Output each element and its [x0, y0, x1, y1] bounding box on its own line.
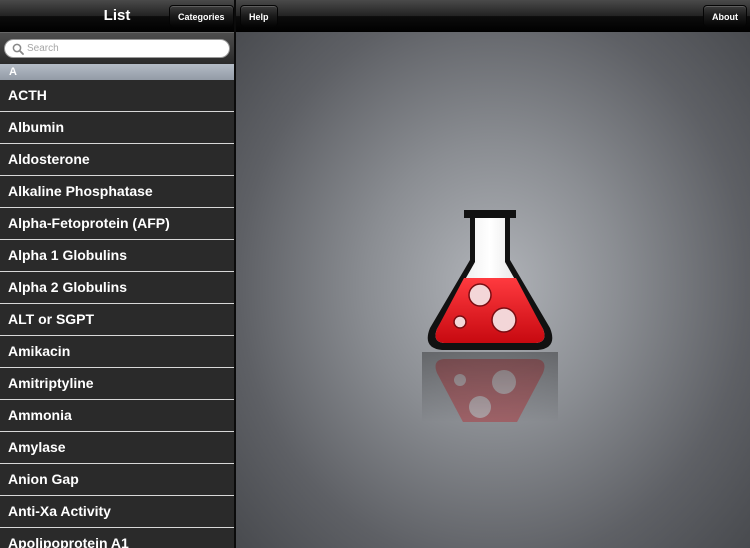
- list-item[interactable]: Alpha-Fetoprotein (AFP): [0, 208, 234, 240]
- list-item[interactable]: ALT or SGPT: [0, 304, 234, 336]
- search-icon: [12, 43, 24, 55]
- about-button[interactable]: About: [703, 5, 747, 27]
- lab-flask-icon: [422, 210, 558, 422]
- list-item[interactable]: Anion Gap: [0, 464, 234, 496]
- detail-pane: Help About: [236, 0, 750, 548]
- test-list: ACTH Albumin Aldosterone Alkaline Phosph…: [0, 80, 234, 548]
- section-header-a: A: [0, 64, 234, 80]
- list-item[interactable]: Amylase: [0, 432, 234, 464]
- list-item[interactable]: Anti-Xa Activity: [0, 496, 234, 528]
- help-button[interactable]: Help: [240, 5, 278, 27]
- search-field[interactable]: [4, 39, 230, 58]
- section-letter: A: [9, 66, 17, 78]
- list-item[interactable]: Amitriptyline: [0, 368, 234, 400]
- categories-button[interactable]: Categories: [169, 5, 234, 27]
- list-item[interactable]: Alpha 1 Globulins: [0, 240, 234, 272]
- detail-navbar: Help About: [236, 0, 750, 32]
- list-item[interactable]: Alpha 2 Globulins: [0, 272, 234, 304]
- list-item[interactable]: ACTH: [0, 80, 234, 112]
- master-pane: List Categories A ACTH Albumin Aldostero…: [0, 0, 234, 548]
- search-bar: [0, 32, 234, 64]
- master-navbar: List Categories: [0, 0, 234, 32]
- list-item[interactable]: Apolipoprotein A1: [0, 528, 234, 548]
- list-item[interactable]: Ammonia: [0, 400, 234, 432]
- list-item[interactable]: Amikacin: [0, 336, 234, 368]
- list-item[interactable]: Aldosterone: [0, 144, 234, 176]
- search-input[interactable]: [27, 41, 217, 56]
- list-item[interactable]: Albumin: [0, 112, 234, 144]
- list-item[interactable]: Alkaline Phosphatase: [0, 176, 234, 208]
